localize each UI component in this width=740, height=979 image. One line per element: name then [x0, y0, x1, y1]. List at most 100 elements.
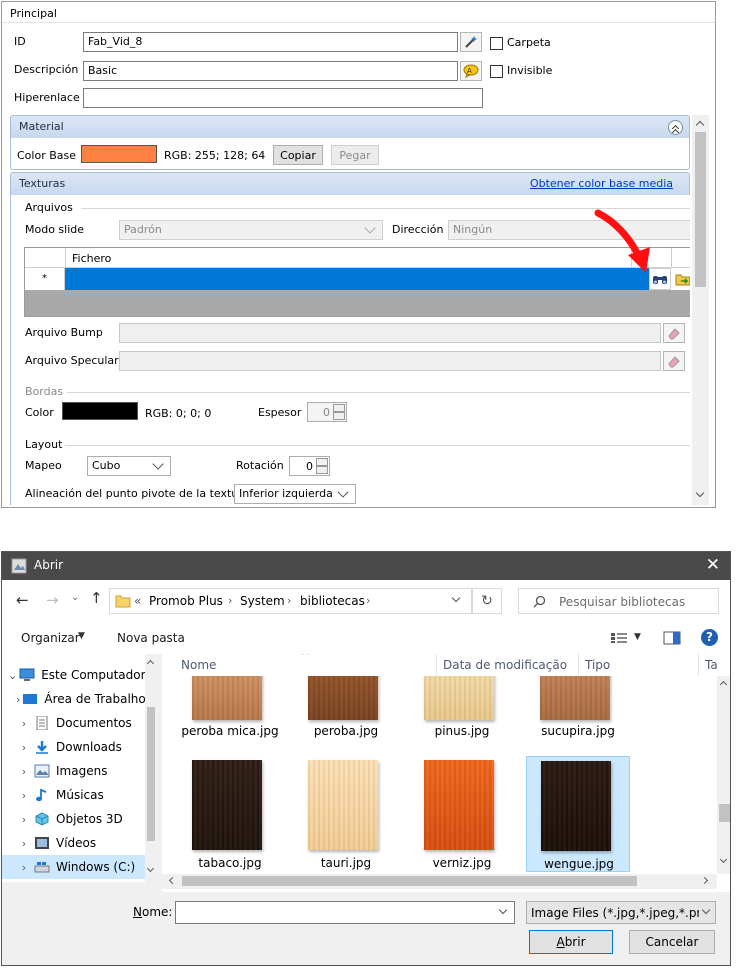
address-dropdown-icon[interactable] [451, 593, 461, 603]
expand-down-icon[interactable]: ⌄ [8, 669, 17, 682]
file-item[interactable]: wengue.jpg [526, 756, 630, 872]
column-tipo[interactable]: Tipo [579, 654, 699, 676]
scroll-left-icon[interactable] [168, 876, 177, 885]
espesor-stepper[interactable]: 0 [307, 402, 347, 422]
close-icon[interactable]: ✕ [706, 555, 720, 575]
file-type-filter[interactable]: Image Files (*.jpg,*.jpeg,*.png,* [526, 901, 716, 924]
modo-slide-combo[interactable]: Padrón [119, 220, 383, 240]
tree-item[interactable]: ›Disco Local (D:) [2, 879, 145, 882]
files-hscroll-thumb[interactable] [182, 876, 637, 886]
clear-bump-button[interactable] [663, 323, 685, 343]
view-options-icon[interactable] [610, 632, 628, 644]
copiar-button[interactable]: Copiar [273, 145, 323, 165]
tree-item-label: Windows (C:) [56, 860, 136, 874]
nova-pasta-button[interactable]: Nova pasta [117, 631, 185, 645]
panel-scrollbar[interactable] [692, 115, 709, 505]
up-icon[interactable]: ↑ [90, 589, 103, 607]
pegar-button[interactable]: Pegar [331, 145, 379, 165]
back-icon[interactable]: ← [16, 591, 29, 609]
organizar-dropdown-icon[interactable]: ▼ [78, 631, 85, 641]
command-bar: Organizar ▼ Nova pasta ▼ ? [2, 622, 730, 654]
bordas-color-swatch[interactable] [62, 402, 138, 420]
help-icon[interactable]: ? [701, 629, 718, 646]
tree-item[interactable]: ⌄ Este Computador [2, 663, 145, 687]
scroll-up-icon[interactable] [695, 120, 705, 130]
expand-right-icon[interactable]: › [16, 813, 32, 826]
file-item[interactable]: verniz.jpg [410, 756, 514, 870]
stepper-down-icon[interactable] [333, 412, 345, 420]
mapeo-combo[interactable]: Cubo [87, 456, 171, 476]
tree-scroll-thumb[interactable] [147, 707, 155, 841]
files-vscroll-thumb[interactable] [719, 804, 730, 822]
search-box[interactable]: Pesquisar bibliotecas [518, 588, 719, 614]
stepper-up-icon[interactable] [316, 458, 328, 466]
arquivo-specular-field[interactable] [119, 351, 661, 371]
tree-item[interactable]: › Documentos [2, 711, 145, 735]
file-item[interactable]: tauri.jpg [294, 756, 398, 870]
stepper-up-icon[interactable] [333, 404, 345, 412]
tree-item[interactable]: › Músicas [2, 783, 145, 807]
tree-item[interactable]: › Downloads [2, 735, 145, 759]
refresh-icon[interactable]: ↻ [472, 588, 502, 614]
files-hscrollbar[interactable] [162, 874, 717, 889]
grid-cell-fichero[interactable] [65, 268, 649, 290]
forward-icon[interactable]: → [46, 591, 59, 609]
expand-right-icon[interactable]: › [16, 693, 20, 706]
scroll-up-icon[interactable] [146, 659, 155, 668]
column-data[interactable]: Data de modificação [437, 654, 579, 676]
preview-pane-icon[interactable] [663, 631, 681, 645]
scroll-up-icon[interactable] [719, 680, 728, 689]
rotacion-stepper[interactable]: 0 [289, 456, 330, 476]
open-folder-button[interactable] [671, 268, 690, 290]
collapse-icon[interactable] [668, 120, 683, 137]
file-item[interactable]: tabaco.jpg [178, 756, 282, 870]
files-vscrollbar[interactable] [717, 676, 730, 874]
expand-right-icon[interactable]: › [16, 765, 32, 778]
column-tamanho[interactable]: Ta [699, 654, 730, 676]
view-dropdown-icon[interactable]: ▼ [634, 632, 641, 642]
tree-item[interactable]: › Objetos 3D [2, 807, 145, 831]
stepper-down-icon[interactable] [316, 466, 328, 474]
tree-item[interactable]: › Windows (C:) [2, 855, 145, 879]
scroll-right-icon[interactable] [700, 876, 709, 885]
clear-specular-button[interactable] [663, 351, 685, 371]
color-base-swatch[interactable] [81, 145, 157, 163]
scrollbar-thumb[interactable] [695, 132, 706, 287]
descripcion-field[interactable]: Basic [83, 61, 458, 81]
expand-right-icon[interactable]: › [16, 717, 32, 730]
cancelar-button[interactable]: Cancelar [629, 930, 715, 954]
tree-item[interactable]: › Imagens [2, 759, 145, 783]
scroll-down-icon[interactable] [719, 855, 728, 864]
tree-item[interactable]: › Área de Trabalho [2, 687, 145, 711]
expand-right-icon[interactable]: › [16, 861, 32, 874]
material-header[interactable]: Material [10, 115, 690, 139]
search-icon [533, 595, 546, 608]
scroll-down-icon[interactable] [146, 864, 155, 873]
expand-right-icon[interactable]: › [16, 741, 32, 754]
hiperenlace-field[interactable] [83, 88, 483, 108]
tree-scrollbar[interactable] [145, 654, 157, 882]
breadcrumb-promob[interactable]: Promob Plus [149, 594, 223, 608]
grid-new-row[interactable]: * [25, 268, 690, 290]
pivot-combo[interactable]: Inferior izquierda [234, 484, 356, 504]
address-bar[interactable]: « Promob Plus › System › bibliotecas › [109, 588, 472, 614]
recent-chevron-icon[interactable]: ⌄ [71, 592, 79, 603]
file-name-dropdown-icon[interactable] [498, 905, 508, 915]
id-field[interactable]: Fab_Vid_8 [83, 32, 458, 52]
id-wizard-button[interactable] [460, 32, 482, 52]
carpeta-checkbox[interactable] [490, 37, 503, 50]
descripcion-translate-button[interactable]: A [460, 61, 482, 81]
expand-right-icon[interactable]: › [16, 837, 32, 850]
obtener-color-link[interactable]: Obtener color base media [530, 177, 673, 190]
sort-ascending-icon: ^ [301, 654, 310, 662]
expand-right-icon[interactable]: › [16, 789, 32, 802]
organizar-button[interactable]: Organizar [21, 631, 80, 645]
file-name-input[interactable] [175, 901, 515, 924]
abrir-button[interactable]: Abrir [529, 930, 613, 954]
breadcrumb-bibliotecas[interactable]: bibliotecas [300, 594, 365, 608]
arquivo-bump-field[interactable] [119, 323, 661, 343]
invisible-checkbox[interactable] [490, 65, 503, 78]
breadcrumb-system[interactable]: System [240, 594, 285, 608]
tree-item[interactable]: › Vídeos [2, 831, 145, 855]
scroll-down-icon[interactable] [695, 488, 705, 498]
